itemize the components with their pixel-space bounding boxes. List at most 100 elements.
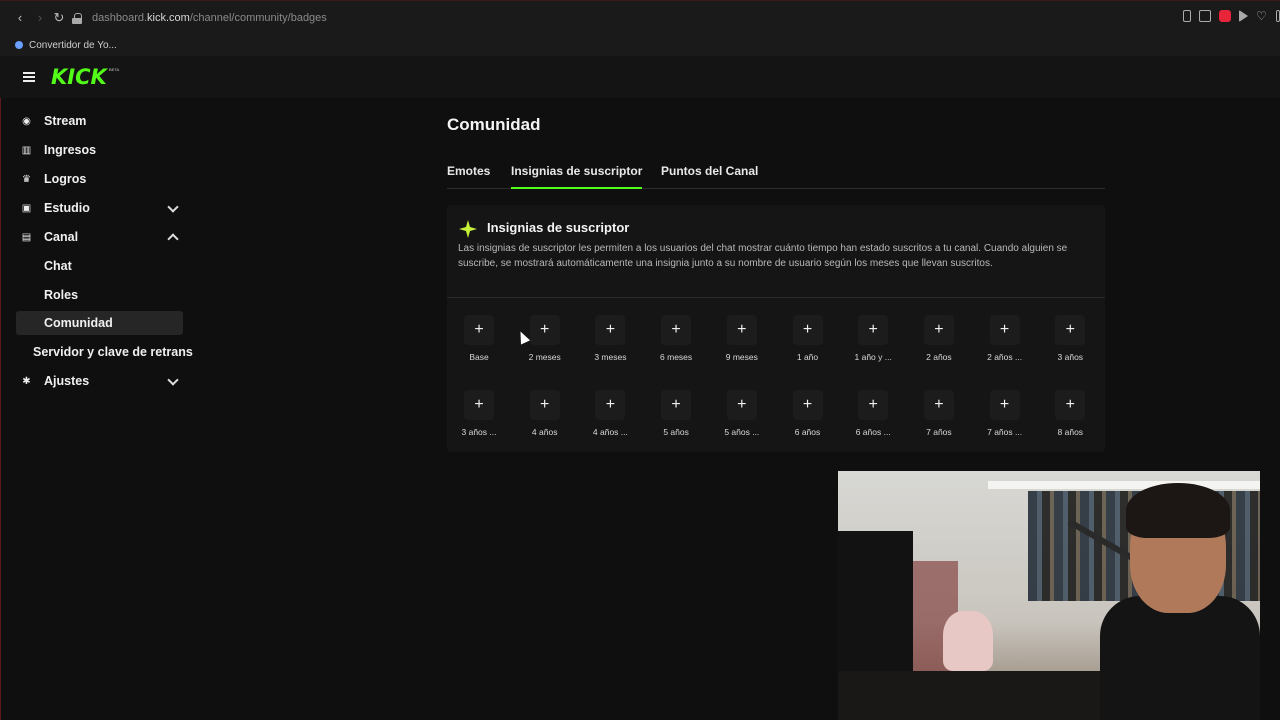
badge-slot: +1 año [778, 315, 838, 365]
badge-slot: +5 años ... [712, 390, 772, 440]
tab-emotes[interactable]: Emotes [447, 164, 490, 189]
add-badge-button[interactable]: + [661, 315, 692, 345]
add-badge-button[interactable]: + [858, 315, 889, 345]
subscriber-badges-panel: Insignias de suscriptor Las insignias de… [447, 205, 1105, 452]
panel-description: Las insignias de suscriptor les permiten… [458, 243, 1068, 269]
url-text: dashboard.kick.com/channel/community/bad… [92, 12, 327, 24]
sidebar-item-ajustes[interactable]: ✱ Ajustes [16, 369, 183, 393]
sidebar-item-label: Ingresos [44, 143, 97, 157]
kick-logo[interactable]: KICK [51, 65, 107, 89]
page-title: Comunidad [447, 115, 541, 134]
badge-slot: + Base [449, 315, 509, 365]
add-badge-button[interactable]: + [529, 315, 560, 345]
badge-slot: +1 año y ... [843, 315, 903, 365]
sidebar-item-comunidad[interactable]: Comunidad [16, 311, 183, 335]
badge-label: 4 años [531, 427, 558, 437]
channel-icon: ▤ [21, 231, 32, 243]
badge-label: 3 meses [594, 352, 627, 362]
forward-icon[interactable]: › [32, 10, 48, 26]
badge-slot: +6 años [778, 390, 838, 440]
badge-label: 6 años [794, 427, 821, 437]
sidebar-item-estudio[interactable]: ▣ Estudio [16, 196, 183, 220]
address-bar[interactable]: dashboard.kick.com/channel/community/bad… [72, 7, 1152, 29]
add-badge-button[interactable]: + [1055, 315, 1086, 345]
shield-extension-icon[interactable] [1219, 10, 1231, 22]
badge-slot: +3 años [1040, 315, 1100, 365]
add-badge-button[interactable]: + [464, 315, 494, 345]
play-extension-icon[interactable] [1239, 10, 1248, 22]
heart-extension-icon[interactable]: ♡ [1256, 10, 1268, 22]
add-badge-button[interactable]: + [661, 390, 692, 420]
badge-label: 7 años ... [987, 427, 1023, 437]
add-badge-button[interactable]: + [726, 390, 757, 420]
badge-slot: +4 años ... [580, 390, 640, 440]
badge-label: 2 meses [528, 352, 561, 362]
add-badge-button[interactable]: + [792, 390, 823, 420]
chevron-up-icon[interactable] [167, 233, 179, 245]
menu-extension-icon[interactable] [1276, 10, 1280, 22]
sidebar-item-canal[interactable]: ▤ Canal [16, 225, 183, 249]
add-badge-button[interactable]: + [464, 390, 494, 420]
badge-label: 6 años ... [855, 427, 891, 437]
gear-icon: ✱ [22, 375, 31, 387]
add-badge-button[interactable]: + [989, 315, 1020, 345]
badge-slot: +6 años ... [843, 390, 903, 440]
add-badge-button[interactable]: + [529, 390, 560, 420]
badge-label: 3 años ... [461, 427, 497, 437]
pin-extension-icon[interactable] [1183, 10, 1191, 22]
square-extension-icon[interactable] [1199, 10, 1211, 22]
browser-toolbar: ‹ › ↻ dashboard.kick.com/channel/communi… [0, 0, 1280, 34]
chevron-down-icon[interactable] [167, 201, 179, 213]
badge-slot: +8 años [1040, 390, 1100, 440]
sidebar-item-label: Logros [44, 172, 87, 186]
badge-label: 6 meses [660, 352, 693, 362]
add-badge-button[interactable]: + [792, 315, 823, 345]
sidebar-item-label: Servidor y clave de retrans [33, 345, 193, 359]
tab-insignias[interactable]: Insignias de suscriptor [511, 164, 643, 189]
badge-label: 5 años ... [724, 427, 760, 437]
sidebar-item-servidor[interactable]: Servidor y clave de retrans [16, 340, 196, 364]
sidebar-item-logros[interactable]: ♛ Logros [16, 167, 183, 191]
badge-label: 2 años ... [987, 352, 1023, 362]
back-icon[interactable]: ‹ [12, 10, 28, 26]
sidebar-item-label: Chat [44, 259, 72, 273]
reload-icon[interactable]: ↻ [51, 10, 67, 26]
trophy-icon: ♛ [22, 173, 31, 185]
badge-slot: +3 meses [580, 315, 640, 365]
webcam-overlay [838, 471, 1260, 720]
sidebar-item-label: Estudio [44, 201, 90, 215]
add-badge-button[interactable]: + [989, 390, 1020, 420]
sidebar-item-label: Stream [44, 114, 87, 128]
tab-puntos[interactable]: Puntos del Canal [661, 164, 758, 189]
chevron-down-icon[interactable] [167, 374, 179, 386]
badge-slot: +7 años ... [975, 390, 1035, 440]
sidebar-item-label: Canal [44, 230, 79, 244]
hamburger-menu-icon[interactable] [23, 72, 35, 82]
bookmark-item[interactable]: Convertidor de Yo... [29, 40, 117, 51]
broadcast-icon: ◉ [22, 115, 31, 127]
badge-label: 3 años [1057, 352, 1084, 362]
badge-label: 4 años ... [592, 427, 628, 437]
badge-slot: +2 años [909, 315, 969, 365]
sidebar-item-label: Ajustes [44, 374, 90, 388]
tab-bar: Emotes Insignias de suscriptor Puntos de… [447, 162, 1105, 189]
sidebar-item-chat[interactable]: Chat [16, 254, 183, 278]
add-badge-button[interactable]: + [923, 315, 954, 345]
badge-slot: +3 años ... [449, 390, 509, 440]
sidebar-item-stream[interactable]: ◉ Stream [16, 109, 183, 133]
sidebar-item-ingresos[interactable]: ▥ Ingresos [16, 138, 183, 162]
add-badge-button[interactable]: + [858, 390, 889, 420]
add-badge-button[interactable]: + [595, 390, 626, 420]
badge-slot: +5 años [646, 390, 706, 440]
sidebar-item-roles[interactable]: Roles [16, 283, 183, 307]
bookmark-favicon-icon [15, 41, 23, 49]
add-badge-button[interactable]: + [726, 315, 757, 345]
badge-label: 1 año y ... [854, 352, 892, 362]
add-badge-button[interactable]: + [923, 390, 954, 420]
add-badge-button[interactable]: + [595, 315, 626, 345]
badge-slot: +6 meses [646, 315, 706, 365]
add-badge-button[interactable]: + [1055, 390, 1086, 420]
badge-label: 7 años [926, 427, 952, 437]
badge-slot: +4 años [515, 390, 575, 440]
badge-label: 5 años [663, 427, 689, 437]
